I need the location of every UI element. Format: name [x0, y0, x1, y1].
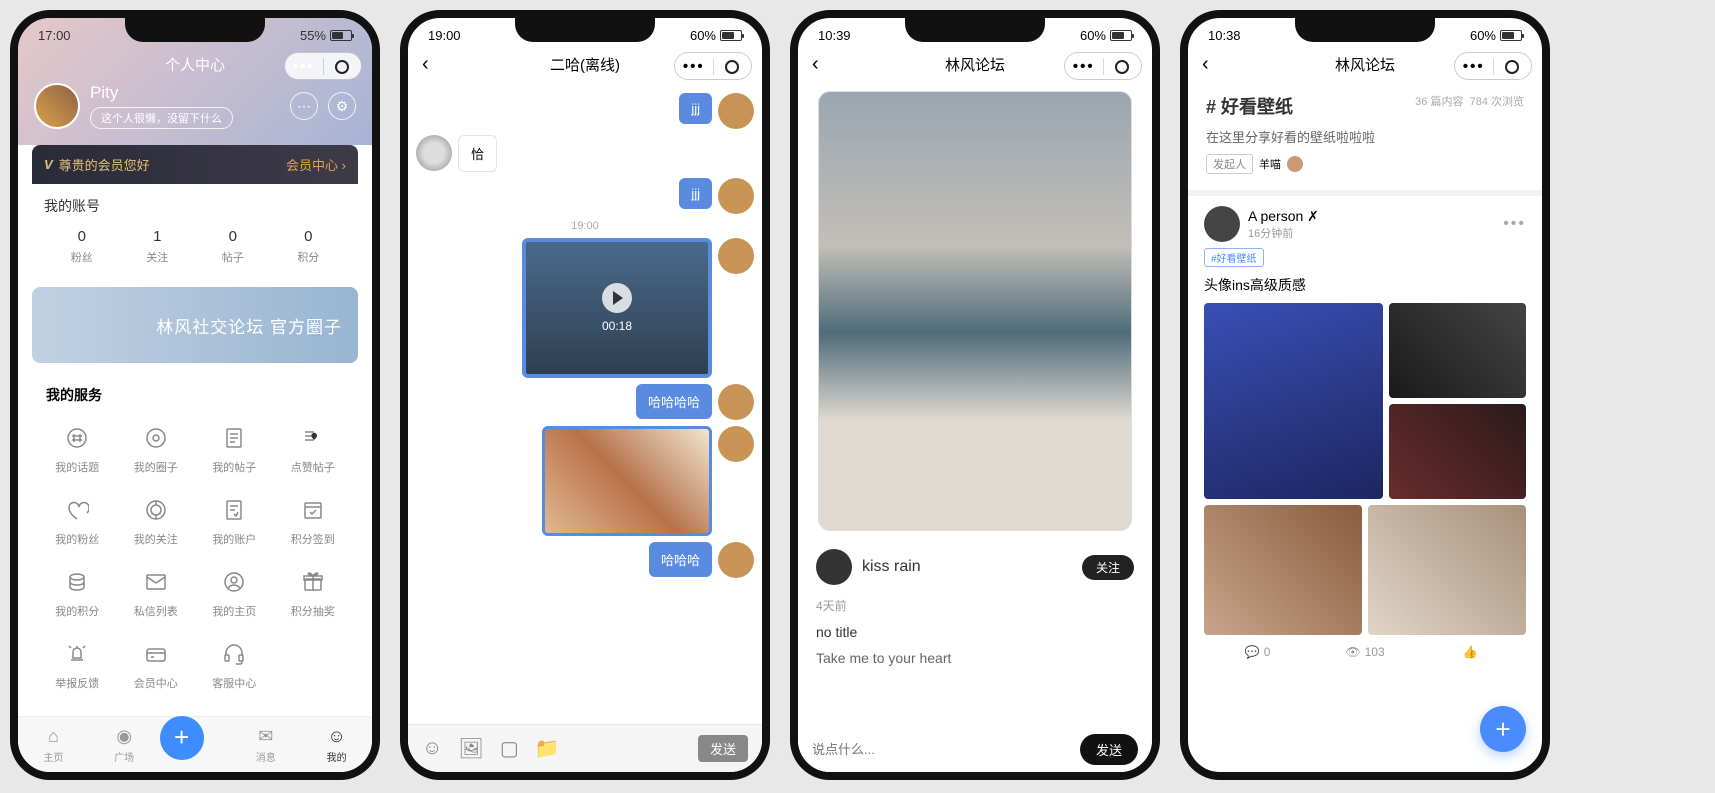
sponsor-label: 发起人: [1206, 154, 1253, 174]
sponsor-avatar[interactable]: [1287, 156, 1303, 172]
avatar[interactable]: [34, 83, 80, 129]
svc-homepage[interactable]: 我的主页: [195, 559, 274, 627]
message-in[interactable]: 恰: [416, 135, 754, 172]
views-count: 👁 103: [1311, 645, 1418, 659]
message-out[interactable]: 哈哈哈: [416, 542, 754, 578]
mp-capsule[interactable]: •••: [1064, 52, 1142, 80]
message-out[interactable]: 哈哈哈哈: [416, 384, 754, 420]
comments-count[interactable]: 💬 0: [1204, 645, 1311, 659]
send-button[interactable]: 发送: [1080, 734, 1138, 765]
mp-capsule[interactable]: •••: [284, 52, 362, 80]
feed-image[interactable]: [1204, 303, 1383, 499]
message-out[interactable]: jjj: [416, 93, 754, 129]
vip-banner[interactable]: V 尊贵的会员您好 会员中心 ›: [32, 145, 358, 184]
svc-points[interactable]: 我的积分: [38, 559, 117, 627]
page-title: 林风论坛: [1335, 54, 1395, 75]
svc-support[interactable]: 客服中心: [195, 631, 274, 699]
svc-messages[interactable]: 私信列表: [117, 559, 196, 627]
feed-author[interactable]: A person ✗: [1248, 208, 1319, 225]
svc-topics[interactable]: 我的话题: [38, 415, 117, 483]
author-avatar[interactable]: [816, 549, 852, 585]
folder-icon[interactable]: 📁: [535, 736, 560, 761]
more-icon[interactable]: •••: [1503, 215, 1526, 233]
feed-image[interactable]: [1368, 505, 1526, 635]
forum-banner[interactable]: 林风社交论坛 官方圈子: [32, 287, 358, 363]
like-button[interactable]: 👍: [1419, 645, 1526, 659]
feed-image[interactable]: [1389, 404, 1526, 499]
mp-capsule[interactable]: •••: [1454, 52, 1532, 80]
back-button[interactable]: ‹: [812, 53, 819, 76]
video-icon[interactable]: ▢: [500, 736, 519, 761]
svc-vip[interactable]: 会员中心: [117, 631, 196, 699]
tab-me[interactable]: ☺我的: [301, 726, 372, 764]
mp-capsule[interactable]: •••: [674, 52, 752, 80]
topic-desc: 在这里分享好看的壁纸啦啦啦: [1206, 127, 1524, 146]
comment-input[interactable]: [812, 742, 1070, 757]
author-name[interactable]: kiss rain: [862, 558, 921, 576]
services-title: 我的服务: [38, 385, 352, 405]
tab-plaza[interactable]: ◉广场: [89, 726, 160, 764]
emoji-icon[interactable]: ☺: [422, 737, 442, 760]
svc-liked[interactable]: 点赞帖子: [274, 415, 353, 483]
svc-fans[interactable]: 我的粉丝: [38, 487, 117, 555]
bio: 这个人很懒，没留下什么: [90, 107, 233, 129]
chat-title: 二哈(离线): [550, 54, 620, 75]
tab-bar: ⌂主页 ◉广场 + ✉消息 ☺我的: [18, 716, 372, 772]
section-title: 我的账号: [44, 196, 346, 216]
stat-fans[interactable]: 0粉丝: [44, 228, 120, 265]
compose-fab[interactable]: +: [1480, 706, 1526, 752]
time-separator: 19:00: [416, 220, 754, 232]
clock: 17:00: [38, 28, 71, 43]
feed-image[interactable]: [1204, 505, 1362, 635]
sponsor-name[interactable]: 羊喵: [1259, 156, 1281, 172]
page-title: 林风论坛: [945, 54, 1005, 75]
play-icon[interactable]: [602, 283, 632, 313]
message-out[interactable]: jjj: [416, 178, 754, 214]
post-image[interactable]: [818, 91, 1132, 531]
svc-account[interactable]: 我的账户: [195, 487, 274, 555]
feed-text: 头像ins高级质感: [1204, 275, 1526, 295]
tab-add[interactable]: +: [160, 730, 231, 760]
settings-icon[interactable]: ⚙: [328, 92, 356, 120]
page-title: 个人中心: [165, 54, 225, 75]
stat-follow[interactable]: 1关注: [120, 228, 196, 265]
tab-home[interactable]: ⌂主页: [18, 726, 89, 764]
svc-posts[interactable]: 我的帖子: [195, 415, 274, 483]
svc-lottery[interactable]: 积分抽奖: [274, 559, 353, 627]
svc-following[interactable]: 我的关注: [117, 487, 196, 555]
feed-avatar[interactable]: [1204, 206, 1240, 242]
message-video[interactable]: 00:18: [416, 238, 754, 378]
topic-title: # 好看壁纸: [1206, 97, 1293, 117]
feed-image[interactable]: [1389, 303, 1526, 398]
stat-posts[interactable]: 0帖子: [195, 228, 271, 265]
svc-circles[interactable]: 我的圈子: [117, 415, 196, 483]
stat-points[interactable]: 0积分: [271, 228, 347, 265]
username: Pity: [90, 83, 233, 103]
post-body: Take me to your heart: [798, 642, 1152, 668]
svc-report[interactable]: 举报反馈: [38, 631, 117, 699]
feed-tag[interactable]: #好看壁纸: [1204, 248, 1264, 267]
post-time: 4天前: [798, 595, 1152, 616]
chat-toolbar: ☺ 🖼 ▢ 📁 发送: [408, 724, 762, 772]
follow-button[interactable]: 关注: [1082, 555, 1134, 580]
tab-msg[interactable]: ✉消息: [230, 726, 301, 764]
message-image[interactable]: [416, 426, 754, 536]
image-icon[interactable]: 🖼: [458, 736, 483, 761]
back-button[interactable]: ‹: [1202, 53, 1209, 76]
post-title: no title: [798, 616, 1152, 642]
send-button[interactable]: 发送: [698, 735, 748, 762]
back-button[interactable]: ‹: [422, 53, 429, 76]
chat-icon[interactable]: ⋯: [290, 92, 318, 120]
feed-time: 16分钟前: [1248, 225, 1319, 241]
svc-checkin[interactable]: 积分签到: [274, 487, 353, 555]
